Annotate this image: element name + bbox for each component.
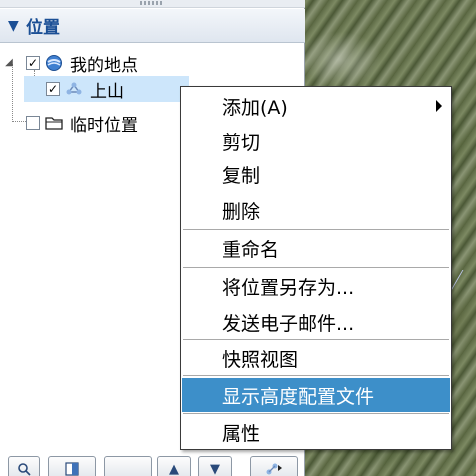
menu-item-add[interactable]: 添加(A) [182, 89, 450, 123]
menu-item-show-elevation-profile[interactable]: 显示高度配置文件 [182, 378, 450, 412]
folder-icon [45, 114, 63, 132]
collapse-arrow-icon[interactable]: ▼ [8, 18, 24, 34]
menu-separator [183, 229, 449, 230]
expand-toggle-icon[interactable]: ◢ [3, 57, 15, 69]
menu-separator [183, 267, 449, 268]
tree-item-my-places[interactable]: ◢ ✓ 我的地点 [3, 50, 138, 76]
menu-item-label: 添加(A) [222, 96, 288, 119]
toolbar-blank-field[interactable] [104, 456, 152, 476]
menu-item-label: 快照视图 [222, 348, 299, 371]
menu-item-rename[interactable]: 重命名 [182, 231, 450, 265]
menu-item-send-email[interactable]: 发送电子邮件... [182, 305, 450, 339]
tree-item-label: 我的地点 [70, 55, 138, 76]
menu-item-label: 显示高度配置文件 [222, 385, 375, 408]
menu-separator [183, 339, 449, 340]
submenu-arrow-icon [436, 100, 442, 112]
menu-item-label: 重命名 [222, 238, 280, 261]
menu-item-label: 属性 [222, 422, 261, 445]
menu-separator [183, 375, 449, 376]
places-section-header[interactable]: ▼ 位置 [0, 9, 305, 43]
places-toolbar: ▲ ▼ [0, 452, 305, 476]
menu-item-cut[interactable]: 剪切 [182, 124, 450, 158]
menu-separator [183, 413, 449, 414]
move-down-icon[interactable]: ▼ [198, 456, 232, 476]
tour-icon[interactable] [250, 456, 298, 476]
tree-item-label: 临时位置 [70, 115, 138, 136]
section-title: 位置 [26, 18, 60, 38]
menu-item-snapshot-view[interactable]: 快照视图 [182, 341, 450, 375]
tree-item-temporary-places[interactable]: 临时位置 [12, 110, 138, 136]
tree-item-shangshan[interactable]: ✓ 上山 [24, 76, 189, 102]
menu-item-label: 删除 [222, 200, 261, 223]
menu-item-label: 将位置另存为... [222, 276, 355, 299]
temporary-places-checkbox[interactable] [26, 116, 40, 130]
panel-resize-grip[interactable] [0, 0, 305, 8]
my-places-checkbox[interactable]: ✓ [26, 56, 40, 70]
shangshan-checkbox[interactable]: ✓ [46, 82, 60, 96]
path-network-icon [65, 80, 83, 98]
menu-item-properties[interactable]: 属性 [182, 415, 450, 449]
menu-item-label: 复制 [222, 164, 261, 187]
layers-panel-icon[interactable] [48, 456, 96, 476]
move-up-icon[interactable]: ▲ [157, 456, 191, 476]
grip-dots [140, 1, 164, 5]
menu-item-delete[interactable]: 删除 [182, 193, 450, 227]
menu-item-save-place-as[interactable]: 将位置另存为... [182, 269, 450, 303]
context-menu: 添加(A) 剪切 复制 删除 重命名 将位置另存为... 发送电子邮件... 快… [180, 86, 452, 450]
menu-item-copy[interactable]: 复制 [182, 157, 450, 191]
search-icon[interactable] [8, 456, 40, 476]
tree-item-label: 上山 [90, 81, 124, 102]
menu-item-label: 剪切 [222, 131, 261, 154]
menu-item-label: 发送电子邮件... [222, 312, 355, 335]
globe-folder-icon [45, 54, 63, 72]
